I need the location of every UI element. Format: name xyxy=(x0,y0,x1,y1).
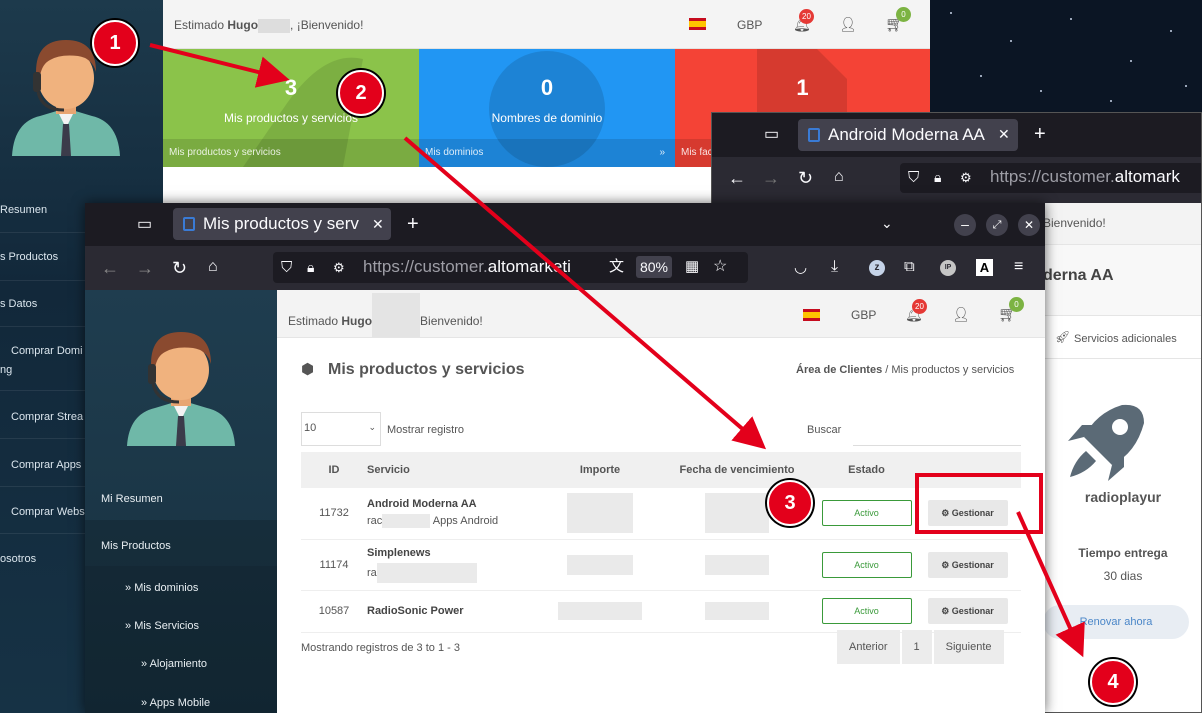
annotation-3: 3 xyxy=(767,480,813,526)
annotation-1: 1 xyxy=(92,20,138,66)
annotation-arrows xyxy=(149,43,1085,658)
annotation-4: 4 xyxy=(1090,659,1136,705)
annotation-2: 2 xyxy=(338,70,384,116)
